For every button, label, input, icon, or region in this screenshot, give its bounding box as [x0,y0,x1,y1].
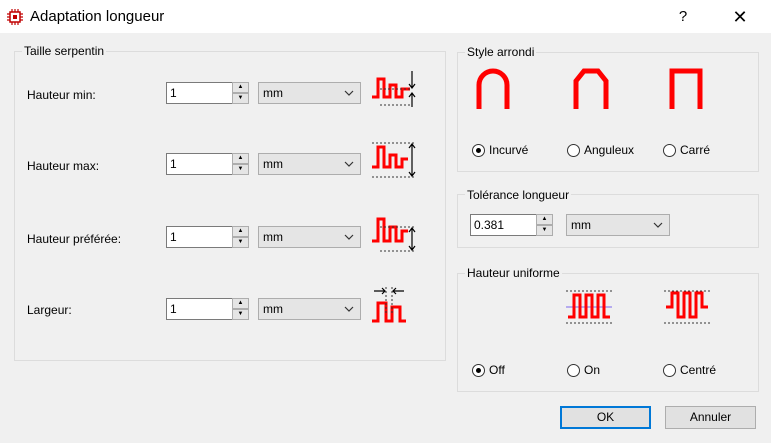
height-preferred-unit-value: mm [263,230,283,244]
chip-icon [7,9,23,25]
tolerance-down-button[interactable]: ▼ [536,225,553,236]
tolerance-up-button[interactable]: ▲ [536,214,553,225]
height-min-spinbox: 1 ▲ ▼ [166,82,250,104]
height-max-unit-select[interactable]: mm [258,153,361,175]
height-min-unit-select[interactable]: mm [258,82,361,104]
height-min-input[interactable]: 1 [166,82,233,104]
close-button[interactable]: ✕ [724,4,756,30]
height-min-up-button[interactable]: ▲ [232,82,249,93]
height-max-icon [372,142,416,178]
height-max-down-button[interactable]: ▼ [232,164,249,175]
cancel-button[interactable]: Annuler [665,406,756,429]
window-title: Adaptation longueur [30,8,165,25]
style-angled-label: Anguleux [584,143,635,157]
height-min-unit-value: mm [263,86,283,100]
height-min-icon [372,71,416,107]
width-spinbox: 1 ▲ ▼ [166,298,250,320]
height-min-down-button[interactable]: ▼ [232,93,249,104]
height-max-spinbox: 1 ▲ ▼ [166,153,250,175]
tolerance-unit-value: mm [571,218,591,232]
height-preferred-unit-select[interactable]: mm [258,226,361,248]
angled-style-icon [573,68,609,109]
chevron-down-icon [653,222,663,228]
height-max-up-button[interactable]: ▲ [232,153,249,164]
height-max-label: Hauteur max: [27,159,100,173]
height-preferred-icon [372,217,416,252]
uniform-on-label: On [584,363,601,377]
style-square-label: Carré [680,143,711,157]
width-label: Largeur: [27,303,72,317]
chevron-down-icon [344,90,354,96]
title-bar: Adaptation longueur ? ✕ [0,0,771,33]
uniform-height-group-title: Hauteur uniforme [465,266,562,280]
corner-style-group-title: Style arrondi [465,45,537,59]
uniform-centered-icon [664,290,710,324]
uniform-on-icon [566,290,612,324]
curved-style-icon [476,68,510,109]
chevron-down-icon [344,234,354,240]
width-unit-value: mm [263,302,283,316]
height-preferred-up-button[interactable]: ▲ [232,226,249,237]
width-icon [372,287,406,323]
chevron-down-icon [344,306,354,312]
width-input[interactable]: 1 [166,298,233,320]
uniform-centered-label: Centré [680,363,717,377]
chevron-down-icon [344,161,354,167]
height-max-input[interactable]: 1 [166,153,233,175]
tolerance-input[interactable]: 0.381 [470,214,537,236]
ok-button[interactable]: OK [560,406,651,429]
height-min-label: Hauteur min: [27,88,96,102]
width-unit-select[interactable]: mm [258,298,361,320]
serpentine-size-group-title: Taille serpentin [22,44,107,58]
dialog-body: Taille serpentin Hauteur min: 1 ▲ ▼ mm Ha… [0,33,771,443]
height-preferred-spinbox: 1 ▲ ▼ [166,226,250,248]
style-curved-label: Incurvé [489,143,529,157]
help-button[interactable]: ? [668,4,698,30]
width-up-button[interactable]: ▲ [232,298,249,309]
height-preferred-down-button[interactable]: ▼ [232,237,249,248]
height-preferred-input[interactable]: 1 [166,226,233,248]
tolerance-spinbox: 0.381 ▲ ▼ [470,214,554,236]
width-down-button[interactable]: ▼ [232,309,249,320]
height-max-unit-value: mm [263,157,283,171]
height-preferred-label: Hauteur préférée: [27,232,122,246]
square-style-icon [669,68,703,109]
uniform-off-label: Off [489,363,505,377]
length-tolerance-group-title: Tolérance longueur [465,188,572,202]
tolerance-unit-select[interactable]: mm [566,214,670,236]
